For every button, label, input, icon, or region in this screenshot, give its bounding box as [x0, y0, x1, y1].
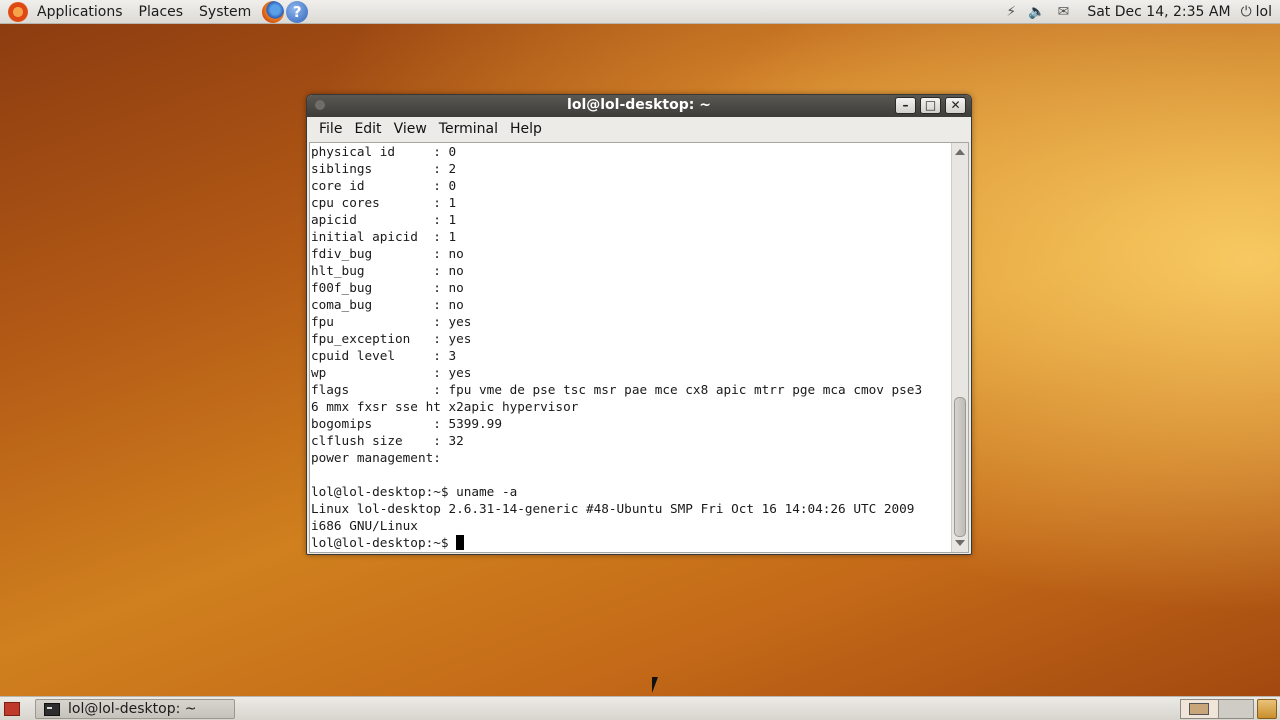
help-icon[interactable]: ?	[286, 0, 309, 23]
trash-icon[interactable]	[1257, 699, 1277, 719]
mouse-pointer-icon	[652, 677, 658, 693]
text-cursor	[456, 535, 465, 550]
menu-applications[interactable]: Applications	[32, 0, 128, 24]
volume-icon[interactable]: 🔈	[1028, 4, 1045, 20]
bottom-panel: lol@lol-desktop: ~	[0, 696, 1280, 720]
firefox-launcher-icon[interactable]	[262, 0, 285, 23]
terminal-line: clflush size : 32	[311, 433, 464, 448]
scroll-down-icon[interactable]	[955, 540, 965, 546]
taskbar-terminal-button[interactable]: lol@lol-desktop: ~	[35, 699, 235, 719]
taskbar-label: lol@lol-desktop: ~	[68, 701, 197, 717]
window-titlebar[interactable]: lol@lol-desktop: ~ – □ ✕	[307, 95, 971, 117]
terminal-line: i686 GNU/Linux	[311, 518, 418, 533]
terminal-line: hlt_bug : no	[311, 263, 464, 278]
top-panel: Applications Places System ? ⚡ 🔈 ✉ Sat D…	[0, 0, 1280, 24]
network-icon[interactable]: ⚡	[1006, 4, 1016, 20]
minimize-button[interactable]: –	[895, 97, 916, 114]
scroll-thumb[interactable]	[954, 397, 966, 537]
mail-icon[interactable]: ✉	[1058, 4, 1070, 20]
terminal-area[interactable]: physical id : 0 siblings : 2 core id : 0 cp…	[309, 142, 969, 553]
terminal-menubar: File Edit View Terminal Help	[307, 117, 971, 141]
scroll-up-icon[interactable]	[955, 149, 965, 155]
terminal-prompt: lol@lol-desktop:~$	[311, 535, 457, 550]
menu-terminal[interactable]: Terminal	[433, 121, 504, 137]
terminal-line: physical id : 0	[311, 144, 457, 159]
terminal-window: lol@lol-desktop: ~ – □ ✕ File Edit View …	[306, 94, 972, 555]
terminal-line: flags : fpu vme de pse tsc msr pae mce c…	[311, 382, 923, 397]
window-controls: – □ ✕	[891, 97, 966, 114]
terminal-line: power management:	[311, 450, 441, 465]
close-button[interactable]: ✕	[945, 97, 966, 114]
terminal-line: cpuid level : 3	[311, 348, 457, 363]
terminal-line: coma_bug : no	[311, 297, 464, 312]
user-name: lol	[1255, 4, 1272, 20]
maximize-button[interactable]: □	[920, 97, 941, 114]
menu-file[interactable]: File	[313, 121, 348, 137]
system-tray: ⚡ 🔈 ✉ Sat Dec 14, 2:35 AM ⏻ lol	[1000, 0, 1280, 24]
terminal-line: core id : 0	[311, 178, 457, 193]
terminal-line: initial apicid : 1	[311, 229, 457, 244]
terminal-line: cpu cores : 1	[311, 195, 457, 210]
menu-system[interactable]: System	[194, 0, 256, 24]
terminal-line: f00f_bug : no	[311, 280, 464, 295]
terminal-line: fpu_exception : yes	[311, 331, 472, 346]
terminal-line: fpu : yes	[311, 314, 472, 329]
terminal-line: apicid : 1	[311, 212, 457, 227]
menu-help[interactable]: Help	[504, 121, 548, 137]
menu-view[interactable]: View	[388, 121, 433, 137]
show-desktop-icon[interactable]	[4, 702, 20, 716]
power-icon: ⏻	[1240, 4, 1252, 20]
user-menu[interactable]: ⏻ lol	[1241, 4, 1272, 20]
ubuntu-logo-icon[interactable]	[8, 1, 28, 22]
terminal-prompt-line[interactable]: lol@lol-desktop:~$	[311, 534, 952, 551]
scrollbar[interactable]	[951, 143, 968, 552]
window-menu-icon[interactable]	[315, 100, 325, 110]
menu-edit[interactable]: Edit	[348, 121, 387, 137]
workspace-2[interactable]	[1218, 699, 1254, 719]
terminal-line: fdiv_bug : no	[311, 246, 464, 261]
terminal-line: lol@lol-desktop:~$ uname -a	[311, 484, 518, 499]
terminal-line: siblings : 2	[311, 161, 457, 176]
terminal-output[interactable]: physical id : 0 siblings : 2 core id : 0 cp…	[311, 143, 952, 552]
clock[interactable]: Sat Dec 14, 2:35 AM	[1087, 4, 1230, 20]
terminal-line: wp : yes	[311, 365, 472, 380]
menu-places[interactable]: Places	[134, 0, 189, 24]
terminal-line: 6 mmx fxsr sse ht x2apic hypervisor	[311, 399, 579, 414]
terminal-line: Linux lol-desktop 2.6.31-14-generic #48-…	[311, 501, 915, 516]
terminal-icon	[44, 702, 60, 716]
terminal-line: bogomips : 5399.99	[311, 416, 502, 431]
window-title: lol@lol-desktop: ~	[567, 97, 711, 113]
